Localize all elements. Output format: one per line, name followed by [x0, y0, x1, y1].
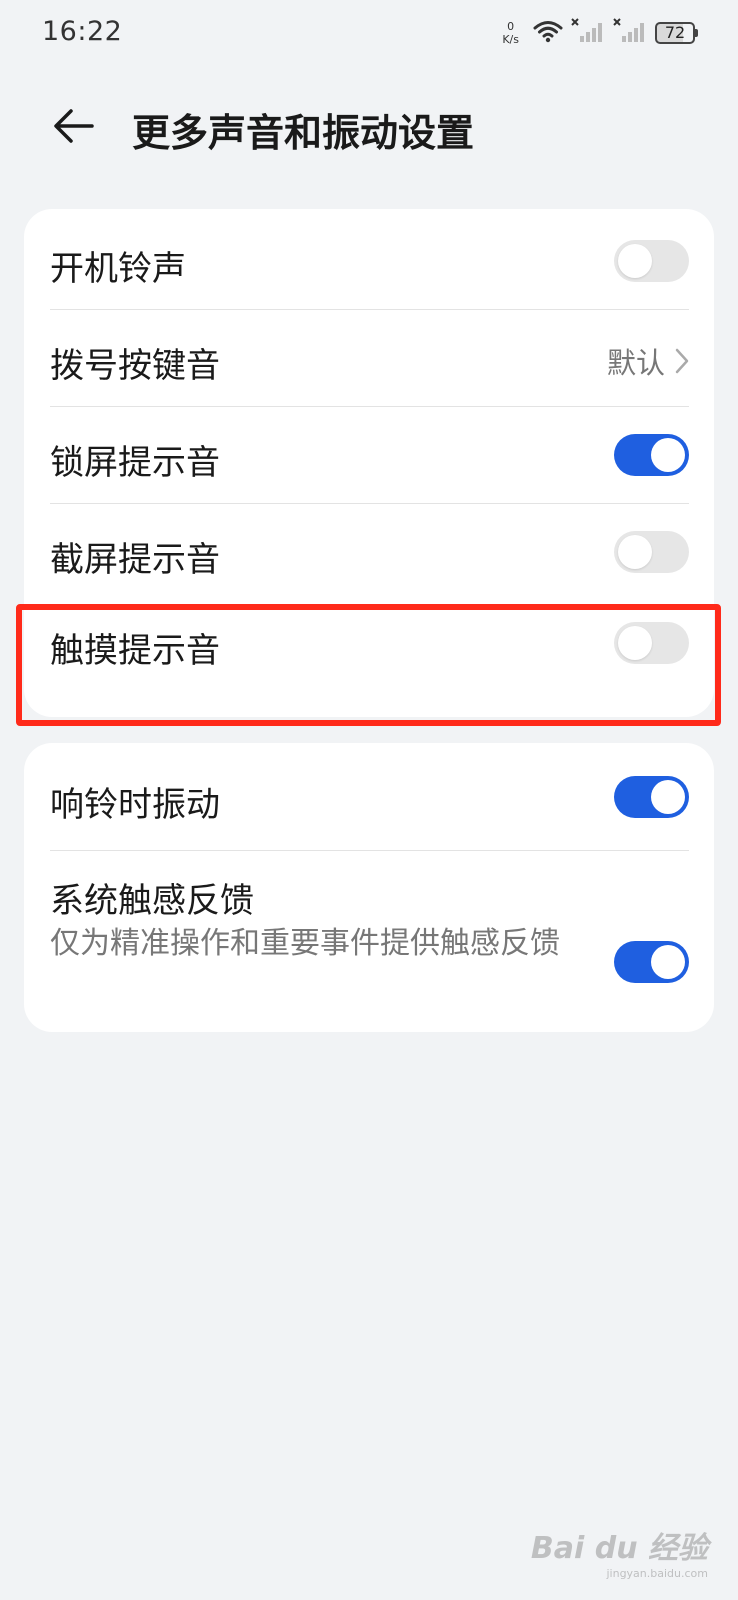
- haptic-feedback-toggle[interactable]: [614, 941, 689, 983]
- row-label: 锁屏提示音: [50, 443, 220, 483]
- row-label: 响铃时振动: [50, 785, 220, 825]
- row-vibrate-on-ring[interactable]: 响铃时振动: [50, 743, 689, 843]
- network-speed-value: 0: [507, 20, 515, 33]
- network-speed-unit: K/s: [502, 33, 519, 46]
- screenshot-sound-toggle[interactable]: [614, 531, 689, 573]
- signal-2-icon: [613, 18, 647, 48]
- watermark-logo: Bai du 经验: [530, 1531, 708, 1566]
- back-button[interactable]: [48, 100, 100, 152]
- row-value: 默认: [606, 346, 665, 380]
- vibration-settings-card: 响铃时振动 系统触感反馈 仅为精准操作和重要事件提供触感反馈: [24, 743, 714, 1032]
- battery-icon: 72: [655, 22, 698, 44]
- row-boot-ringtone[interactable]: 开机铃声: [50, 209, 689, 309]
- row-label: 截屏提示音: [50, 540, 220, 580]
- signal-1-icon: [571, 18, 605, 48]
- status-bar: 16:22 0 K/s 72: [0, 0, 738, 70]
- chevron-right-icon: [675, 348, 689, 374]
- status-time: 16:22: [42, 16, 123, 47]
- row-label: 开机铃声: [50, 249, 186, 289]
- row-label: 拨号按键音: [50, 346, 220, 386]
- row-label: 系统触感反馈: [50, 881, 254, 921]
- boot-ringtone-toggle[interactable]: [614, 240, 689, 282]
- lock-screen-sound-toggle[interactable]: [614, 434, 689, 476]
- highlight-annotation: [16, 604, 721, 726]
- row-subtitle: 仅为精准操作和重要事件提供触感反馈: [50, 926, 560, 961]
- status-icons: 0 K/s 72: [502, 18, 698, 48]
- battery-level: 72: [655, 22, 695, 44]
- network-speed: 0 K/s: [502, 20, 519, 46]
- vibrate-on-ring-toggle[interactable]: [614, 776, 689, 818]
- row-haptic-feedback[interactable]: 系统触感反馈 仅为精准操作和重要事件提供触感反馈: [50, 851, 689, 1031]
- wifi-icon: [533, 19, 563, 47]
- row-lock-screen-sound[interactable]: 锁屏提示音: [50, 407, 689, 503]
- watermark: Bai du 经验 jingyan.baidu.com: [531, 1523, 708, 1580]
- dial-keypad-value: 默认: [607, 340, 689, 382]
- title-bar: 更多声音和振动设置: [0, 90, 738, 164]
- watermark-url: jingyan.baidu.com: [606, 1567, 708, 1580]
- row-dial-keypad-tone[interactable]: 拨号按键音 默认: [50, 310, 689, 406]
- row-screenshot-sound[interactable]: 截屏提示音: [50, 504, 689, 600]
- battery-tip: [695, 29, 698, 37]
- page-title: 更多声音和振动设置: [132, 111, 475, 155]
- back-arrow-icon: [54, 109, 94, 143]
